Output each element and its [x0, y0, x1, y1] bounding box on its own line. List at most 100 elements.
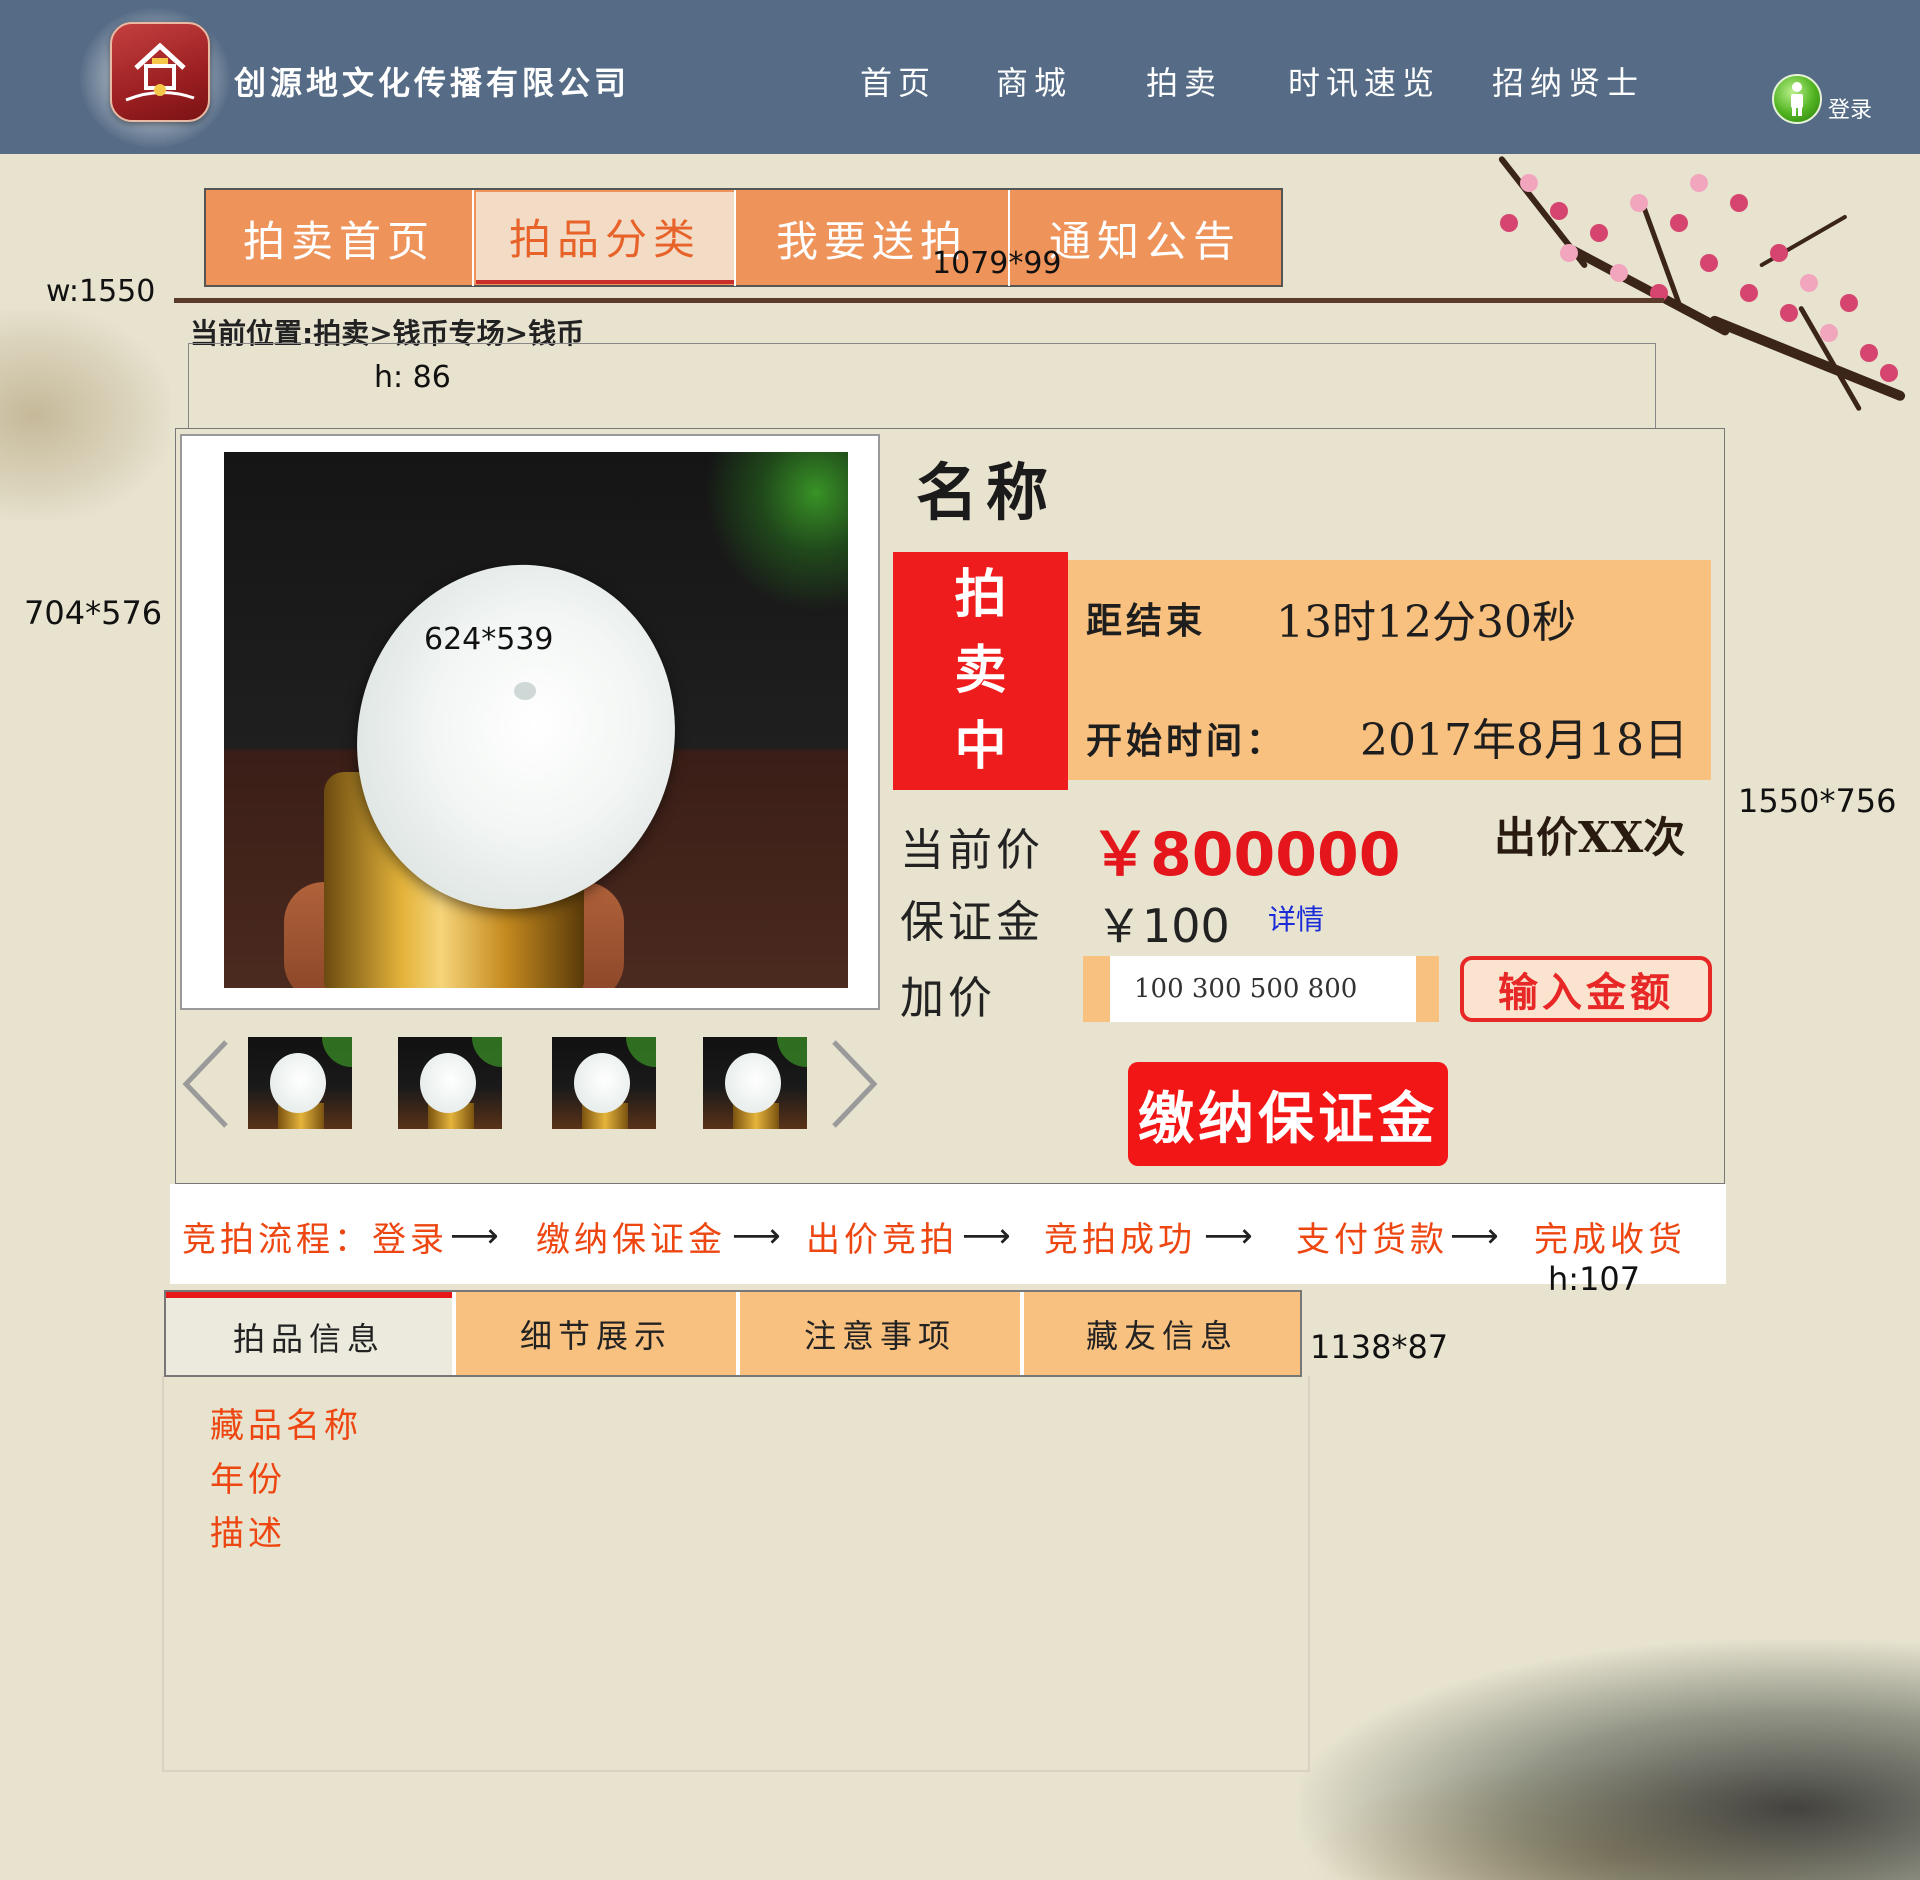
- bid-count: 出价XX次: [1494, 813, 1686, 862]
- plum-blossom: [1630, 194, 1648, 212]
- plum-blossom: [1500, 214, 1518, 232]
- nav-auction[interactable]: 拍卖: [1146, 58, 1222, 104]
- thumb-jade: [270, 1053, 326, 1113]
- plum-blossom: [1740, 284, 1758, 302]
- status-char-2: 卖: [954, 640, 1007, 701]
- crumb-height-annotation: h: 86: [374, 360, 451, 395]
- nav-news[interactable]: 时讯速览: [1288, 58, 1440, 104]
- plum-blossom: [1840, 294, 1858, 312]
- plum-blossom: [1690, 174, 1708, 192]
- plum-blossom: [1560, 244, 1578, 262]
- add-price-label: 加价: [900, 973, 996, 1024]
- tab-item-category[interactable]: 拍品分类: [476, 192, 734, 284]
- tab-divider: [472, 190, 474, 286]
- thumbnail-3[interactable]: [552, 1037, 656, 1129]
- process-step-success: 竞拍成功: [1044, 1220, 1196, 1260]
- current-price-value: ￥800000: [1090, 820, 1401, 890]
- process-step-payment: 支付货款: [1296, 1220, 1448, 1260]
- thumb-jade: [574, 1053, 630, 1113]
- process-step-login: 竞拍流程：登录: [182, 1220, 448, 1260]
- start-time-label: 开始时间：: [1086, 720, 1287, 762]
- leaf-decor: [704, 452, 848, 612]
- tabbar-size-annotation: 1079*99: [932, 246, 1062, 281]
- nav-mall[interactable]: 商城: [996, 58, 1072, 104]
- process-arrow-icon: ⟶: [962, 1216, 1011, 1256]
- person-icon: [1791, 82, 1803, 116]
- thumb-jade: [420, 1053, 476, 1113]
- end-time-label: 距结束: [1086, 600, 1207, 642]
- jade-hole: [514, 682, 536, 700]
- thumb-leaf: [472, 1037, 502, 1067]
- tab-item-info[interactable]: 拍品信息: [166, 1292, 452, 1375]
- detail-tabs-size-annotation: 1138*87: [1310, 1328, 1449, 1366]
- deposit-detail-link[interactable]: 详情: [1268, 898, 1324, 938]
- chevron-left-icon: [182, 1040, 228, 1128]
- plum-blossom: [1880, 364, 1898, 382]
- image-size-annotation: 624*539: [424, 622, 554, 657]
- plum-blossom: [1770, 244, 1788, 262]
- plum-blossom: [1590, 224, 1608, 242]
- process-arrow-icon: ⟶: [1204, 1216, 1253, 1256]
- login-link[interactable]: 登录: [1828, 92, 1872, 124]
- tab-auction-home[interactable]: 拍卖首页: [206, 192, 472, 284]
- tab-notes[interactable]: 注意事项: [740, 1292, 1020, 1375]
- process-step-deposit: 缴纳保证金: [536, 1220, 726, 1260]
- nav-recruit[interactable]: 招纳贤士: [1492, 58, 1644, 104]
- thumb-leaf: [322, 1037, 352, 1067]
- detail-item-name: 藏品名称: [210, 1406, 362, 1446]
- process-step-bid: 出价竞拍: [806, 1220, 958, 1260]
- house-logo-icon: [125, 42, 195, 102]
- product-image[interactable]: [224, 452, 848, 988]
- countdown-value: 13时12分30秒: [1276, 597, 1576, 648]
- plum-blossom: [1860, 344, 1878, 362]
- company-name: 创源地文化传播有限公司: [234, 64, 631, 102]
- plum-blossom: [1730, 194, 1748, 212]
- chevron-right-icon: [832, 1040, 878, 1128]
- section-divider-line: [174, 298, 1664, 303]
- plum-blossom: [1780, 304, 1798, 322]
- tab-detail-display[interactable]: 细节展示: [456, 1292, 736, 1375]
- detail-item-description: 描述: [210, 1514, 286, 1554]
- plum-blossom: [1520, 174, 1538, 192]
- status-char-3: 中: [954, 716, 1007, 777]
- plum-blossom: [1820, 324, 1838, 342]
- thumb-next-arrow[interactable]: [820, 1038, 880, 1130]
- current-price-label: 当前价: [900, 825, 1044, 876]
- process-height-annotation: h:107: [1548, 1260, 1641, 1298]
- tab-collector-info[interactable]: 藏友信息: [1024, 1292, 1300, 1375]
- thumbnail-1[interactable]: [248, 1037, 352, 1129]
- deposit-label: 保证金: [900, 897, 1044, 948]
- user-login-icon[interactable]: [1772, 74, 1822, 124]
- thumb-jade: [725, 1053, 781, 1113]
- start-time-value: 2017年8月18日: [1360, 715, 1688, 766]
- process-arrow-icon: ⟶: [732, 1216, 781, 1256]
- panel-size-annotation: 1550*756: [1738, 782, 1897, 820]
- plum-branch: [1708, 314, 1907, 403]
- width-annotation: w:1550: [46, 274, 156, 309]
- status-char-1: 拍: [954, 564, 1007, 625]
- plum-blossom: [1800, 274, 1818, 292]
- image-frame-size-annotation: 704*576: [24, 594, 163, 632]
- ink-wash-left: [0, 310, 170, 520]
- plum-blossom: [1670, 214, 1688, 232]
- enter-amount-button[interactable]: 输入金额: [1460, 956, 1712, 1022]
- thumb-leaf: [626, 1037, 656, 1067]
- product-name: 名称: [916, 456, 1057, 529]
- process-step-receive: 完成收货: [1534, 1220, 1686, 1260]
- thumbnail-2[interactable]: [398, 1037, 502, 1129]
- thumbnail-4[interactable]: [703, 1037, 807, 1129]
- plum-blossom: [1610, 264, 1628, 282]
- plum-blossom: [1700, 254, 1718, 272]
- process-arrow-icon: ⟶: [450, 1216, 499, 1256]
- pay-deposit-button[interactable]: 缴纳保证金: [1128, 1062, 1448, 1166]
- deposit-value: ￥100: [1096, 899, 1230, 953]
- add-price-input[interactable]: [1110, 956, 1416, 1022]
- thumb-prev-arrow[interactable]: [180, 1038, 240, 1130]
- process-arrow-icon: ⟶: [1450, 1216, 1499, 1256]
- thumb-leaf: [777, 1037, 807, 1067]
- nav-home[interactable]: 首页: [860, 58, 936, 104]
- plum-blossom: [1550, 202, 1568, 220]
- auction-status-badge: 拍 卖 中: [893, 552, 1068, 790]
- detail-item-year: 年份: [210, 1460, 286, 1500]
- company-logo[interactable]: [110, 22, 210, 122]
